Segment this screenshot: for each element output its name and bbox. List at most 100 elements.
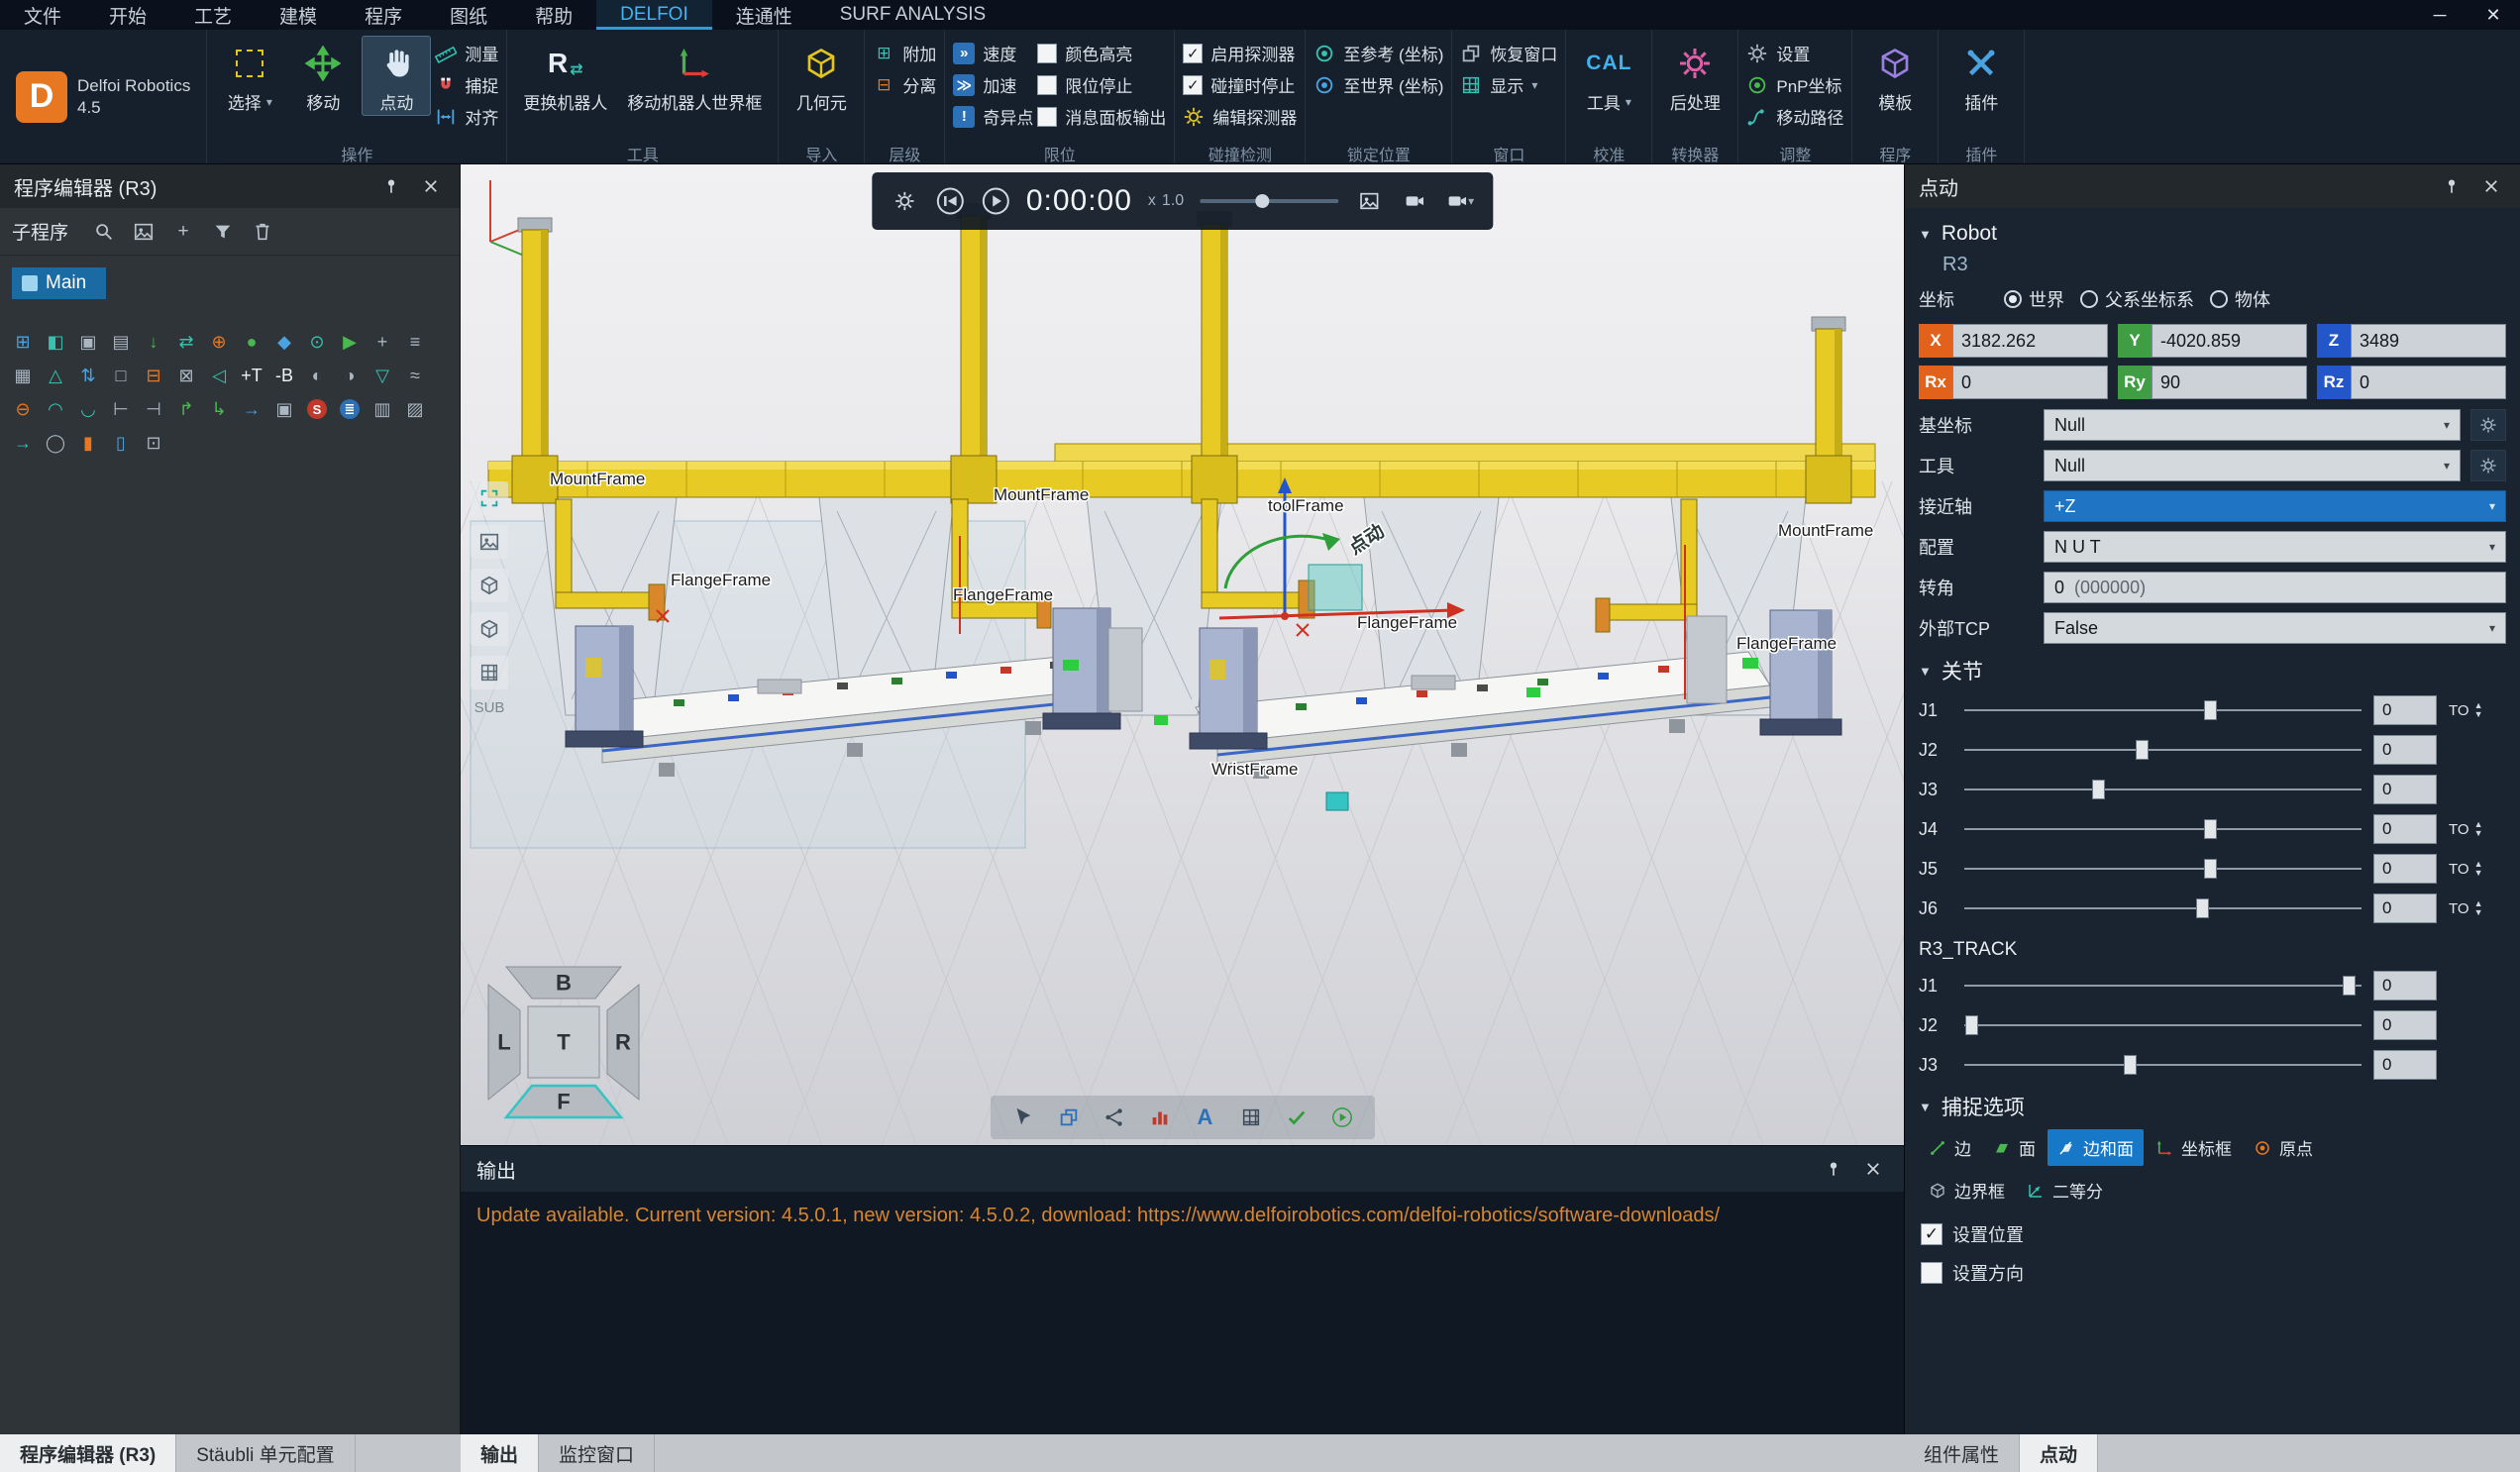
joint-slider-j2[interactable] (1964, 739, 2362, 761)
joint-value-j2[interactable]: 0 (2373, 735, 2437, 765)
update-message[interactable]: Update available. Current version: 4.5.0… (476, 1205, 1720, 1226)
snap-options-section-header[interactable]: ▼ 捕捉选项 (1919, 1092, 2506, 1121)
snap-origin-button[interactable]: 原点 (2244, 1129, 2323, 1166)
editor-tool-icon[interactable]: ⊟ (141, 363, 166, 388)
joint-to-button-j4[interactable]: TO▲▼ (2449, 820, 2506, 838)
joint-slider-j1[interactable] (1964, 699, 2362, 721)
joint-to-button-j5[interactable]: TO▲▼ (2449, 860, 2506, 878)
editor-tool-icon[interactable]: ⊕ (206, 329, 232, 355)
robot-section-header[interactable]: ▼ Robot (1919, 222, 2506, 246)
radio-world[interactable]: 世界 (2004, 286, 2064, 312)
restore-windows-button[interactable]: 恢复窗口 (1460, 41, 1557, 65)
menu-tab-connectivity[interactable]: 连通性 (712, 0, 816, 30)
menu-tab-modeling[interactable]: 建模 (256, 0, 341, 30)
menu-tab-program[interactable]: 程序 (341, 0, 426, 30)
slider-handle[interactable] (2196, 898, 2209, 918)
turn-field[interactable]: 0(000000) (2044, 572, 2506, 603)
editor-tool-icon[interactable]: ◠ (43, 396, 68, 422)
track-slider-j3[interactable] (1964, 1054, 2362, 1076)
limit-stop-checkbox[interactable]: 限位停止 (1037, 72, 1166, 97)
base-frame-dropdown[interactable]: Null▾ (2044, 409, 2461, 441)
menu-tab-delfoi[interactable]: DELFOI (596, 0, 712, 30)
snap-button[interactable]: 捕捉 (435, 72, 498, 97)
template-button[interactable]: 模板 (1860, 36, 1930, 116)
editor-tool-icon[interactable]: ⊢ (108, 396, 134, 422)
track-value-j2[interactable]: 0 (2373, 1010, 2437, 1040)
export-image-icon[interactable] (1354, 186, 1384, 216)
track-slider-j2[interactable] (1964, 1014, 2362, 1036)
editor-tool-icon[interactable]: ▨ (402, 396, 428, 422)
rx-value-field[interactable]: 0 (1952, 366, 2108, 399)
editor-tool-icon[interactable]: ≈ (402, 363, 428, 388)
joint-to-button-j6[interactable]: TO▲▼ (2449, 899, 2506, 917)
slider-handle[interactable] (2124, 1055, 2137, 1075)
tab-program-editor[interactable]: 程序编辑器 (R3) (0, 1434, 176, 1472)
camera-options-icon[interactable]: ▾ (1445, 186, 1475, 216)
editor-tool-icon[interactable]: ⇅ (75, 363, 101, 388)
editor-tool-icon[interactable]: + (369, 329, 395, 355)
play-button[interactable] (981, 186, 1010, 216)
set-position-checkbox[interactable]: ✓ (1921, 1223, 1942, 1245)
editor-tool-icon[interactable]: ◁ (206, 363, 232, 388)
joint-value-j6[interactable]: 0 (2373, 894, 2437, 923)
edit-detector-button[interactable]: 编辑探测器 (1183, 104, 1297, 129)
snap-bounding-box-button[interactable]: 边界框 (1919, 1172, 2015, 1209)
detach-button[interactable]: ⊟分离 (873, 72, 936, 97)
message-output-checkbox[interactable]: 消息面板输出 (1037, 104, 1166, 129)
validate-check-icon[interactable] (1282, 1103, 1312, 1132)
editor-tool-icon[interactable]: ▣ (75, 329, 101, 355)
select-cursor-icon[interactable] (1008, 1103, 1038, 1132)
editor-tool-icon[interactable]: ⇄ (173, 329, 199, 355)
measure-button[interactable]: 测量 (435, 41, 498, 65)
slider-handle[interactable] (2204, 700, 2217, 720)
accel-limit-button[interactable]: ≫加速 (953, 72, 1033, 97)
menu-tab-help[interactable]: 帮助 (511, 0, 596, 30)
assembly-cube-icon[interactable] (471, 612, 508, 646)
joint-value-j3[interactable]: 0 (2373, 775, 2437, 804)
editor-tool-icon[interactable]: ≡ (402, 329, 428, 355)
joint-slider-j6[interactable] (1964, 897, 2362, 919)
editor-tool-icon[interactable]: □ (108, 363, 134, 388)
filter-icon[interactable] (209, 218, 237, 246)
speed-slider[interactable] (1200, 199, 1338, 203)
editor-tool-icon[interactable]: ▦ (10, 363, 36, 388)
editor-tool-icon[interactable]: ⊡ (141, 430, 166, 456)
component-cube-icon[interactable] (471, 569, 508, 602)
joints-section-header[interactable]: ▼ 关节 (1919, 656, 2506, 685)
joint-to-button-j1[interactable]: TO▲▼ (2449, 701, 2506, 719)
search-icon[interactable] (90, 218, 118, 246)
display-button[interactable]: 显示▾ (1460, 72, 1557, 97)
attach-button[interactable]: ⊞附加 (873, 41, 936, 65)
slider-handle[interactable] (2204, 819, 2217, 839)
y-value-field[interactable]: -4020.859 (2152, 324, 2307, 358)
speed-limit-button[interactable]: »速度 (953, 41, 1033, 65)
editor-tool-icon[interactable]: ◆ (271, 329, 297, 355)
ry-value-field[interactable]: 90 (2152, 366, 2307, 399)
sub-mode-label[interactable]: SUB (474, 699, 505, 716)
pin-icon[interactable] (376, 171, 406, 201)
snapshot-icon[interactable] (471, 525, 508, 559)
editor-tool-icon[interactable]: ◯ (43, 430, 68, 456)
frame-tool-icon[interactable] (1054, 1103, 1084, 1132)
configuration-dropdown[interactable]: N U T▾ (2044, 531, 2506, 563)
snap-edge-button[interactable]: 边 (1919, 1129, 1981, 1166)
tool-frame-dropdown[interactable]: Null▾ (2044, 450, 2461, 481)
joint-value-j1[interactable]: 0 (2373, 695, 2437, 725)
editor-tool-icon[interactable]: ↱ (173, 396, 199, 422)
editor-tool-icon[interactable]: ▮ (75, 430, 101, 456)
slider-handle[interactable] (2092, 780, 2105, 799)
editor-tool-icon[interactable]: ⊣ (141, 396, 166, 422)
x-value-field[interactable]: 3182.262 (1952, 324, 2108, 358)
rz-value-field[interactable]: 0 (2351, 366, 2506, 399)
joint-slider-j3[interactable] (1964, 779, 2362, 800)
tab-component-properties[interactable]: 组件属性 (1904, 1434, 2020, 1472)
add-tool-icon[interactable]: +T (239, 363, 264, 388)
joint-slider-j4[interactable] (1964, 818, 2362, 840)
external-tcp-dropdown[interactable]: False▾ (2044, 612, 2506, 644)
move-robot-world-frame-button[interactable]: 移动机器人世界框 (619, 36, 770, 116)
speed-slider-knob[interactable] (1255, 194, 1269, 208)
editor-tool-icon[interactable]: ⊖ (10, 396, 36, 422)
list-badge-icon[interactable]: ≣ (337, 396, 363, 422)
plugin-button[interactable]: 插件 (1946, 36, 2016, 116)
settings-button[interactable]: 设置 (1746, 41, 1843, 65)
